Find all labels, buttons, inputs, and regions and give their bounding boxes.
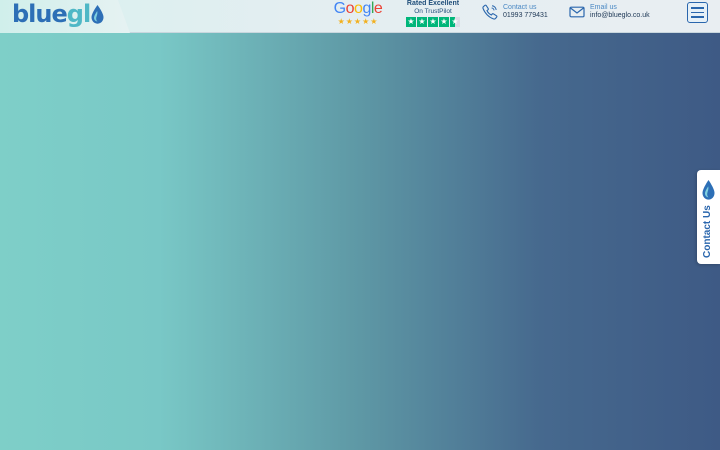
hamburger-icon-line <box>691 11 704 14</box>
trustpilot-badge[interactable]: Rated Excellent On TrustPilot ★ ★ ★ ★ ★ <box>404 0 462 28</box>
trustpilot-on-text: On TrustPilot <box>414 8 452 15</box>
email-address: info@blueglo.co.uk <box>590 12 650 19</box>
trustpilot-star-icon: ★ <box>406 17 416 27</box>
hamburger-icon-line <box>691 7 704 9</box>
logo-text-blue: blue <box>12 0 68 28</box>
trustpilot-stars: ★ ★ ★ ★ ★ <box>404 17 462 27</box>
google-letter: g <box>362 0 371 17</box>
water-drop-icon <box>702 180 715 200</box>
phone-label: Contact us <box>503 4 537 11</box>
google-rating-badge[interactable]: Google ★★★★★ <box>332 0 384 28</box>
contact-us-tab-label: Contact Us <box>702 205 713 258</box>
google-letter: o <box>345 0 355 17</box>
email-label: Email us <box>590 4 617 11</box>
email-contact-link[interactable]: Email us info@blueglo.co.uk <box>569 4 650 20</box>
trustpilot-half-star-icon: ★ <box>450 17 460 27</box>
site-header: blue gl Google ★★★★★ Rated Excellent On T… <box>0 0 720 33</box>
phone-contact-link[interactable]: Contact us 01993 779431 <box>482 4 548 20</box>
phone-number: 01993 779431 <box>503 12 548 19</box>
phone-icon <box>482 4 498 20</box>
trustpilot-rated-text: Rated Excellent <box>406 0 460 7</box>
hamburger-icon-line <box>691 16 704 18</box>
trustpilot-star-icon: ★ <box>417 17 427 27</box>
contact-us-side-tab[interactable]: Contact Us <box>697 170 720 264</box>
google-stars: ★★★★★ <box>337 17 379 26</box>
trustpilot-star-icon: ★ <box>439 17 449 27</box>
google-letter: G <box>333 0 346 17</box>
logo-text-glo: gl <box>66 0 91 28</box>
mail-icon <box>569 6 585 18</box>
trustpilot-star-icon: ★ <box>428 17 438 27</box>
google-letter: e <box>373 0 383 17</box>
hamburger-menu-button[interactable] <box>687 2 708 23</box>
logo-drop-icon <box>91 5 104 24</box>
google-wordmark: Google <box>332 0 384 17</box>
blueglo-logo[interactable]: blue gl <box>12 1 104 27</box>
